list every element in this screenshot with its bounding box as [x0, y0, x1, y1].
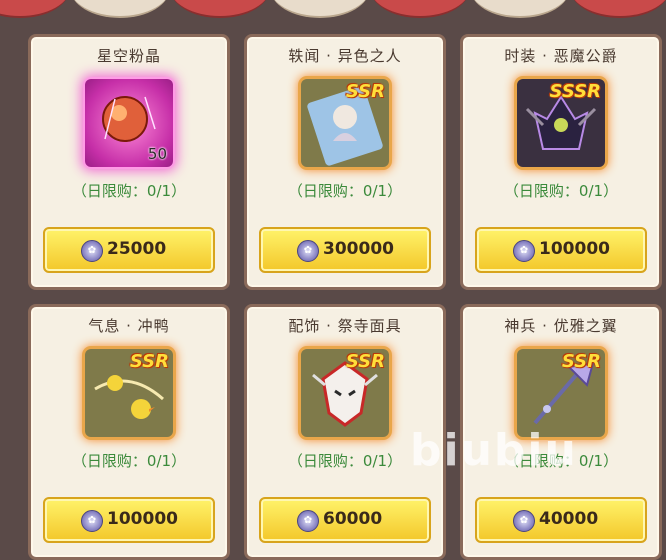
silver-coin-icon: ✿: [513, 240, 535, 262]
awning-scallop: [570, 0, 666, 18]
rarity-badge: SSSR: [549, 81, 601, 102]
item-icon: SSSR: [517, 79, 605, 167]
buy-button[interactable]: ✿ 100000: [475, 227, 647, 273]
item-icon: SSR: [85, 349, 173, 437]
item-icon: SSR: [517, 349, 605, 437]
item-name: 配饰 · 祭寺面具: [288, 317, 402, 335]
price-amount: 100000: [539, 239, 610, 259]
item-name: 神兵 · 优雅之翼: [504, 317, 618, 335]
rarity-badge: SSR: [345, 81, 385, 102]
silver-coin-icon: ✿: [297, 510, 319, 532]
price-amount: 25000: [107, 239, 167, 259]
awning-scallop: [270, 0, 370, 18]
shop-item-card[interactable]: 星空粉晶 50 （日限购：0/1） ✿ 25000: [28, 34, 230, 290]
item-icon: SSR: [301, 349, 389, 437]
item-name: 时装 · 恶魔公爵: [504, 47, 618, 65]
item-name: 气息 · 冲鸭: [88, 317, 170, 335]
rarity-badge: SSR: [129, 351, 169, 372]
daily-limit: （日限购：0/1）: [287, 182, 403, 200]
shop-item-card[interactable]: 轶闻 · 异色之人 SSR （日限购：0/1） ✿ 300000: [244, 34, 446, 290]
rarity-badge: SSR: [345, 351, 385, 372]
awning-scallop: [170, 0, 270, 18]
item-count: 50: [147, 145, 167, 163]
silver-coin-icon: ✿: [513, 510, 535, 532]
daily-limit: （日限购：0/1）: [71, 452, 187, 470]
rarity-badge: SSR: [561, 351, 601, 372]
item-icon: 50: [85, 79, 173, 167]
awning-scallop: [70, 0, 170, 18]
silver-coin-icon: ✿: [81, 510, 103, 532]
silver-coin-icon: ✿: [81, 240, 103, 262]
shop-item-card[interactable]: 时装 · 恶魔公爵 SSSR （日限购：0/1） ✿ 100000: [460, 34, 662, 290]
silver-coin-icon: ✿: [297, 240, 319, 262]
item-icon: SSR: [301, 79, 389, 167]
daily-limit: （日限购：0/1）: [503, 182, 619, 200]
watermark-text: biubiu: [410, 425, 578, 476]
buy-button[interactable]: ✿ 25000: [43, 227, 215, 273]
price-amount: 300000: [323, 239, 394, 259]
daily-limit: （日限购：0/1）: [71, 182, 187, 200]
price-amount: 100000: [107, 509, 178, 529]
shop-item-card[interactable]: 气息 · 冲鸭 SSR （日限购：0/1） ✿ 100000: [28, 304, 230, 560]
awning-scallop: [470, 0, 570, 18]
price-amount: 40000: [539, 509, 599, 529]
price-amount: 60000: [323, 509, 383, 529]
buy-button[interactable]: ✿ 40000: [475, 497, 647, 543]
awning-scallop: [0, 0, 70, 18]
buy-button[interactable]: ✿ 100000: [43, 497, 215, 543]
buy-button[interactable]: ✿ 300000: [259, 227, 431, 273]
awning-scallop: [370, 0, 470, 18]
shop-awning: [0, 0, 666, 30]
item-name: 星空粉晶: [96, 47, 161, 65]
buy-button[interactable]: ✿ 60000: [259, 497, 431, 543]
item-name: 轶闻 · 异色之人: [288, 47, 402, 65]
